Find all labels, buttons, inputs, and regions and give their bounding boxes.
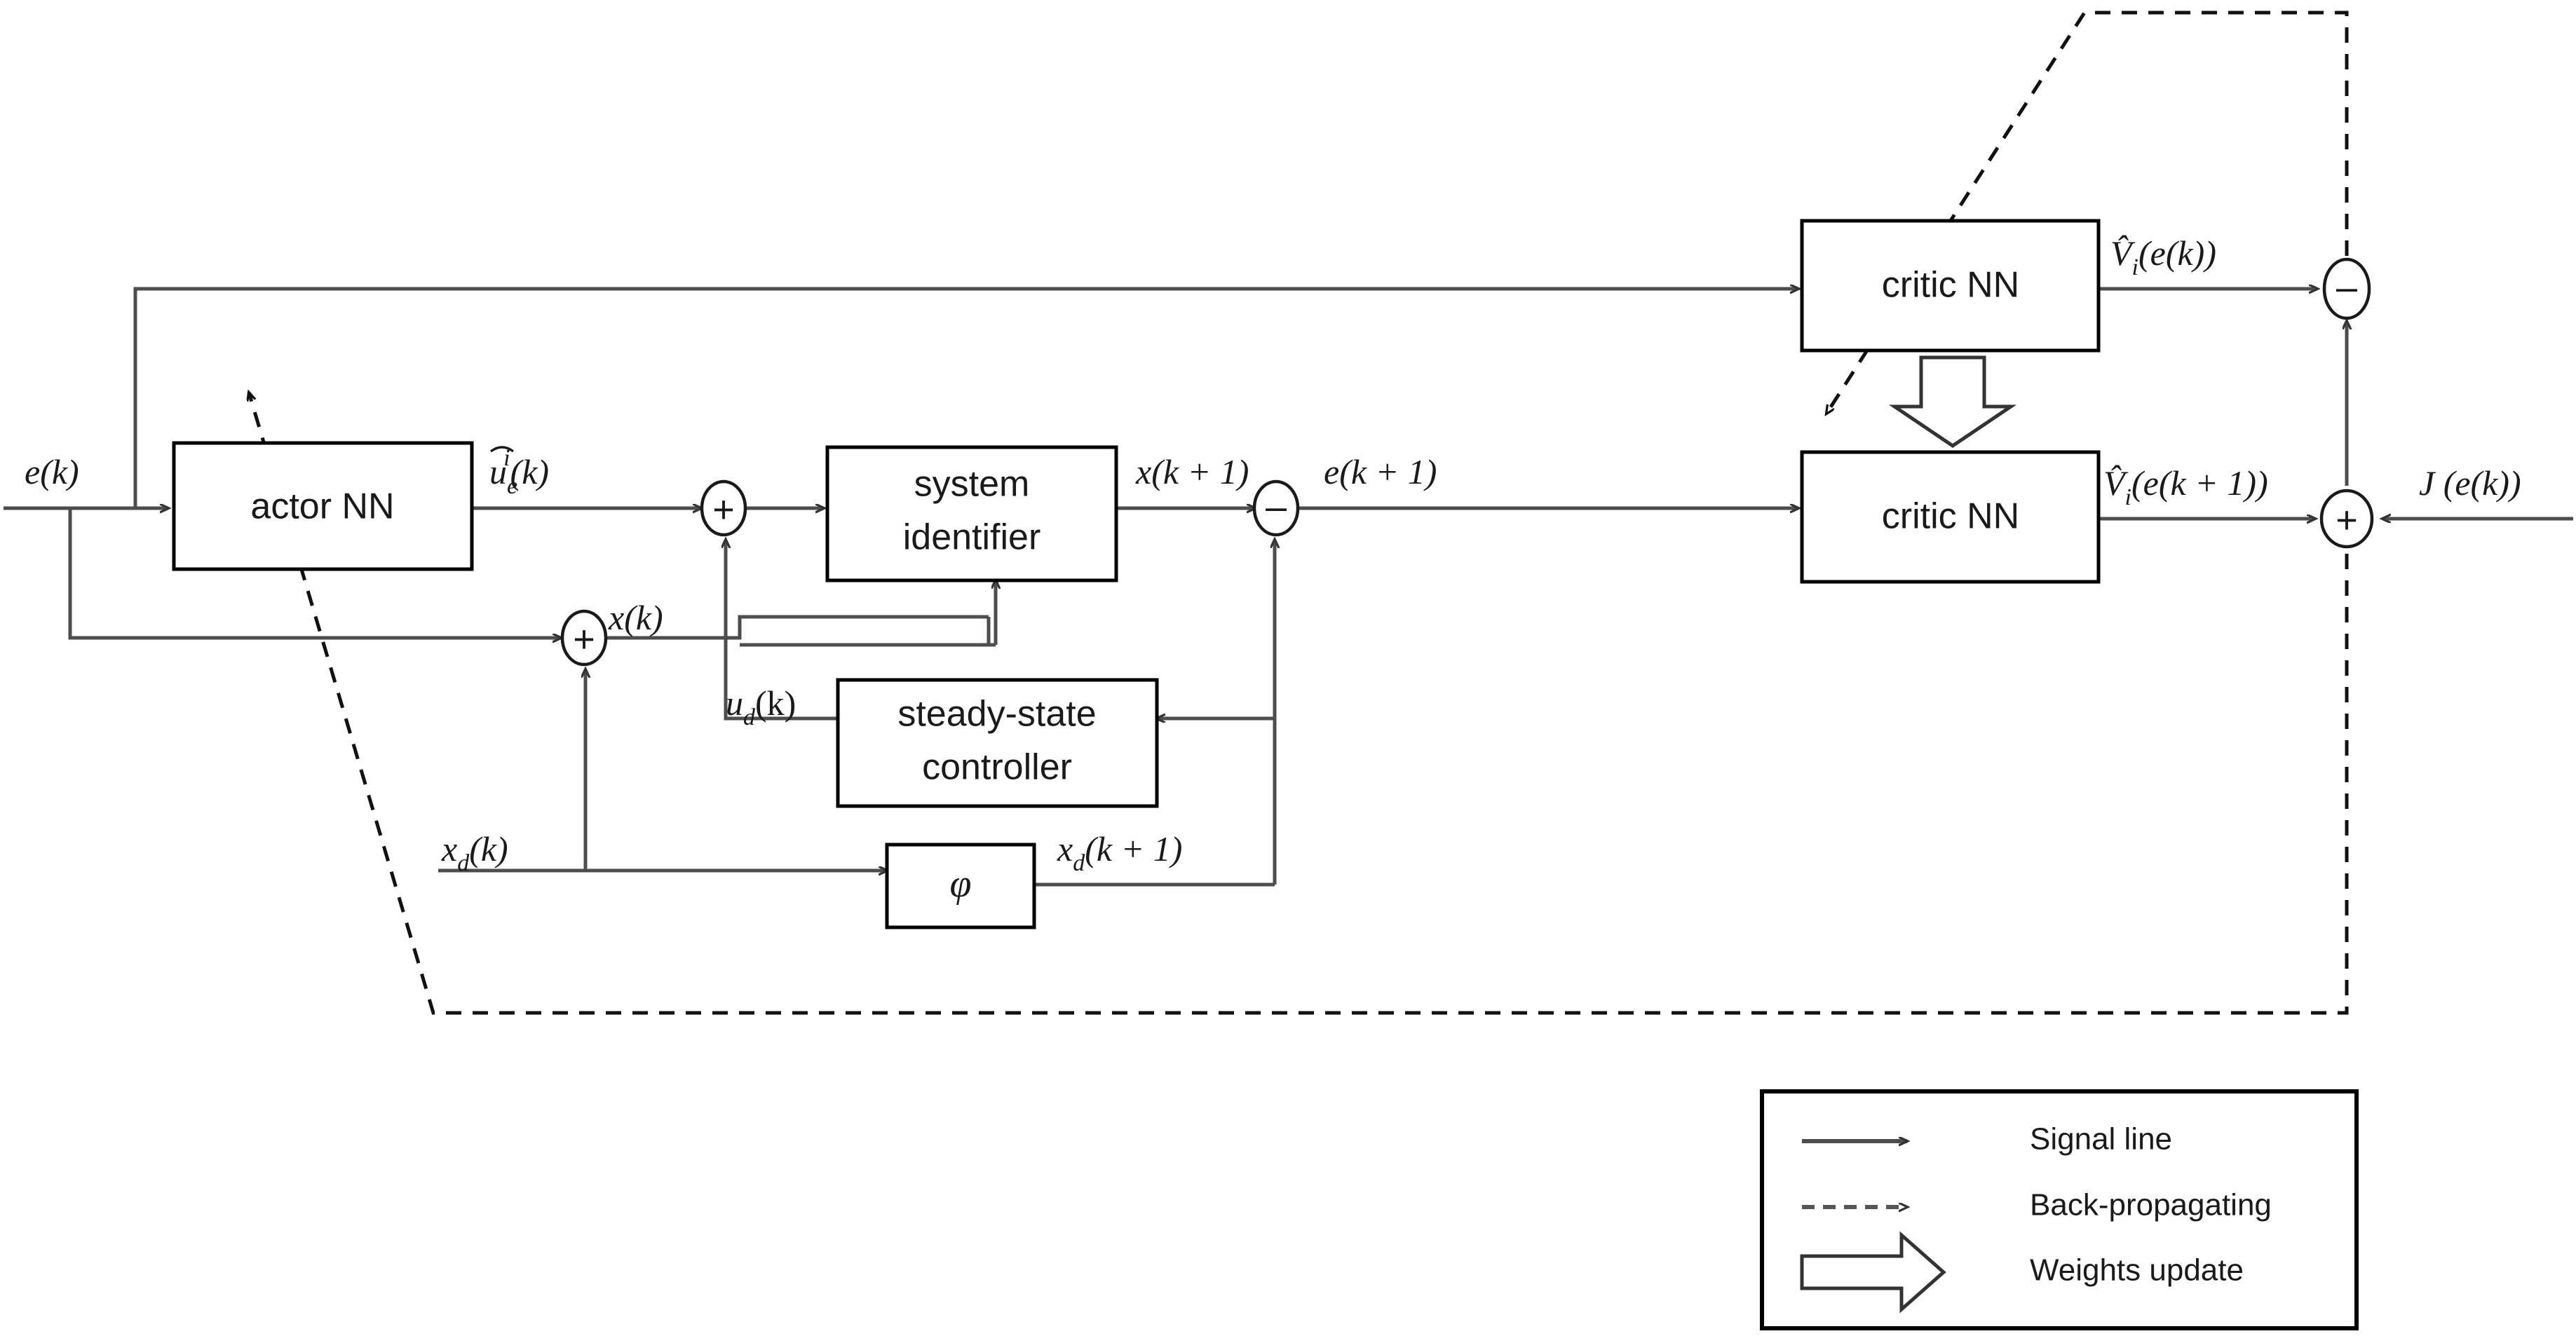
critic-nn-bottom-label: critic NN — [1882, 496, 2019, 537]
label-xk: x(k) — [608, 598, 663, 637]
system-identifier-label-line1: system — [914, 464, 1030, 505]
legend-label-weights-update: Weights update — [2030, 1253, 2244, 1288]
steady-state-controller-label-line1: steady-state — [897, 694, 1096, 735]
label-vhat-i-ek: V̂i(e(k)) — [2110, 233, 2216, 280]
diagram-canvas: actor NN system identifier steady-state … — [0, 0, 2576, 1336]
label-xd-base: x — [441, 829, 457, 868]
signal-lines-group — [4, 289, 2573, 887]
label-ud-sub: d — [743, 704, 756, 730]
phi-label: φ — [950, 862, 972, 906]
block-steady-state-controller[interactable]: steady-state controller — [836, 678, 1159, 808]
label-ek-plus-1: e(k + 1) — [1324, 452, 1437, 491]
summing-junction-x: + — [560, 609, 608, 667]
label-xd-sub: d — [457, 850, 470, 876]
sum-e-sign: – — [1266, 486, 1287, 528]
steady-state-controller-label-line2: controller — [922, 747, 1072, 788]
label-xd-arg: (k) — [469, 829, 508, 868]
summing-junction-bottom: + — [2319, 489, 2374, 549]
block-diagram: actor NN system identifier steady-state … — [4, 11, 2573, 1330]
label-ek: e(k) — [25, 452, 79, 491]
label-vhat1-arg: (e(k + 1)) — [2131, 463, 2268, 503]
critic-nn-top-label: critic NN — [1882, 265, 2019, 306]
label-ud-k: ud(k) — [726, 683, 796, 730]
svg-text:V̂i(e(k)): V̂i(e(k)) — [2110, 233, 2216, 280]
block-phi[interactable]: φ — [885, 843, 1036, 929]
summing-junction-top: – — [2322, 257, 2371, 320]
system-identifier-label-line2: identifier — [903, 517, 1041, 558]
sum-x-sign: + — [573, 618, 595, 660]
label-ue-i-k: uei(k) — [489, 445, 549, 499]
label-jek: J (e(k)) — [2419, 463, 2521, 503]
label-xd-k-plus-1: xd(k + 1) — [1057, 829, 1182, 876]
line-xk-out — [606, 615, 989, 640]
actor-nn-label: actor NN — [250, 486, 394, 527]
label-vhat-sub: i — [2132, 254, 2138, 280]
legend-label-signal-line: Signal line — [2030, 1122, 2172, 1157]
weights-update-arrow — [1888, 355, 2017, 449]
sum-top-sign: – — [2336, 266, 2357, 308]
label-xk-plus-1: x(k + 1) — [1135, 452, 1249, 491]
label-xd1-arg: (k + 1) — [1085, 829, 1182, 868]
label-ud-arg: (k) — [755, 683, 796, 723]
legend-label-back-propagating: Back-propagating — [2030, 1188, 2272, 1222]
block-critic-nn-top[interactable]: critic NN — [1800, 219, 2101, 353]
label-xd1-sub: d — [1073, 850, 1085, 876]
svg-text:V̂i(e(k + 1)): V̂i(e(k + 1)) — [2103, 463, 2268, 510]
legend-panel: Signal line Back-propagating Weights upd… — [1760, 1089, 2359, 1330]
label-vhat-arg: (e(k)) — [2138, 233, 2216, 273]
svg-text:uei(k): uei(k) — [489, 445, 549, 499]
summing-junction-u: + — [700, 479, 747, 537]
label-xd1-base: x — [1057, 829, 1073, 868]
label-vhat-i-ek-plus-1: V̂i(e(k + 1)) — [2103, 463, 2268, 510]
sum-bottom-sign: + — [2336, 499, 2358, 541]
summing-junction-e: – — [1252, 479, 1300, 537]
label-ue-arg: (k) — [510, 452, 550, 491]
block-critic-nn-bottom[interactable]: critic NN — [1800, 450, 2101, 584]
backprop-line-critic — [1826, 11, 2349, 414]
sum-u-sign: + — [712, 489, 735, 531]
label-ud-base: u — [726, 683, 743, 723]
label-vhat1-sub: i — [2125, 484, 2131, 510]
block-system-identifier[interactable]: system identifier — [825, 445, 1118, 582]
block-actor-nn[interactable]: actor NN — [172, 441, 474, 571]
